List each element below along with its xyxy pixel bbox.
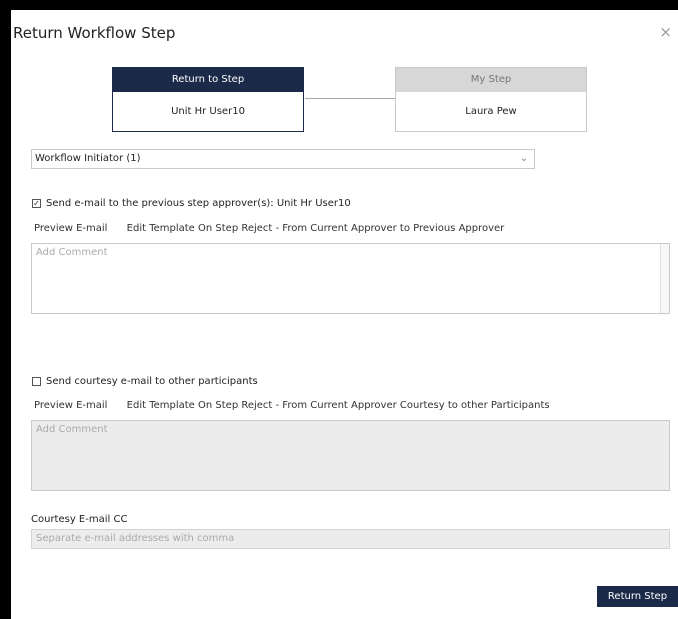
comment-scrollbar[interactable] <box>660 244 669 313</box>
my-step-header: My Step <box>396 68 586 92</box>
preview-email-link[interactable]: Preview E-mail <box>34 223 107 234</box>
courtesy-comment: Add Comment <box>31 420 670 491</box>
previous-approver-label: Send e-mail to the previous step approve… <box>46 198 351 209</box>
preview-email-link[interactable]: Preview E-mail <box>34 400 107 411</box>
previous-approver-comment[interactable]: Add Comment <box>31 243 670 314</box>
courtesy-cc-input: Separate e-mail addresses with comma <box>31 529 670 549</box>
comment-placeholder: Add Comment <box>36 247 108 258</box>
edit-template-link[interactable]: Edit Template On Step Reject - From Curr… <box>127 400 550 411</box>
previous-approver-checkbox-row[interactable]: ✓ Send e-mail to the previous step appro… <box>32 198 351 209</box>
close-icon[interactable]: × <box>659 23 672 41</box>
chevron-down-icon: ⌄ <box>519 153 528 164</box>
previous-approver-links: Preview E-mail Edit Template On Step Rej… <box>34 223 520 234</box>
courtesy-links: Preview E-mail Edit Template On Step Rej… <box>34 400 566 411</box>
step-connector <box>305 98 395 99</box>
workflow-step-select[interactable]: Workflow Initiator (1) ⌄ <box>31 149 535 169</box>
dialog-title: Return Workflow Step <box>13 24 176 42</box>
return-step-button[interactable]: Return Step <box>597 586 678 607</box>
return-to-step-name: Unit Hr User10 <box>171 106 245 117</box>
checkbox-icon[interactable] <box>32 377 41 386</box>
courtesy-label: Send courtesy e-mail to other participan… <box>46 376 258 387</box>
my-step-name: Laura Pew <box>465 106 517 117</box>
return-to-step-card: Return to Step Unit Hr User10 <box>112 67 304 132</box>
workflow-step-selected: Workflow Initiator (1) <box>35 153 141 164</box>
checkbox-icon[interactable]: ✓ <box>32 199 41 208</box>
courtesy-cc-label: Courtesy E-mail CC <box>31 514 128 525</box>
return-to-step-header: Return to Step <box>113 68 303 92</box>
edit-template-link[interactable]: Edit Template On Step Reject - From Curr… <box>127 223 505 234</box>
courtesy-checkbox-row[interactable]: Send courtesy e-mail to other participan… <box>32 376 258 387</box>
my-step-card: My Step Laura Pew <box>395 67 587 132</box>
comment-placeholder: Add Comment <box>36 424 108 435</box>
cc-placeholder: Separate e-mail addresses with comma <box>36 533 235 544</box>
return-workflow-dialog: Return Workflow Step × Return to Step Un… <box>11 10 678 619</box>
